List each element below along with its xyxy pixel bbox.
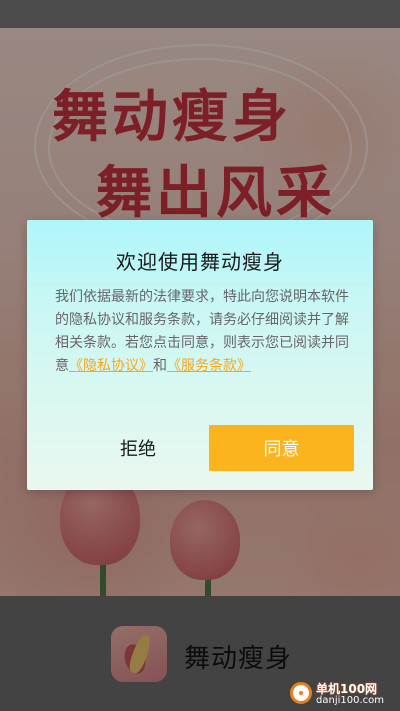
watermark-logo-icon	[290, 682, 312, 704]
dialog-title: 欢迎使用舞动瘦身	[116, 250, 284, 274]
dialog-body: 我们依据最新的法律要求，特此向您说明本软件的隐私协议和服务条款，请务必仔细阅读并…	[55, 286, 351, 378]
conjunction-text: 和	[153, 358, 167, 374]
watermark-url: danji100.com	[316, 695, 384, 706]
agree-button[interactable]: 同意	[209, 425, 354, 471]
refuse-button[interactable]: 拒绝	[73, 425, 203, 471]
terms-of-service-link[interactable]: 《服务条款》	[167, 358, 251, 374]
privacy-consent-dialog: 欢迎使用舞动瘦身 我们依据最新的法律要求，特此向您说明本软件的隐私协议和服务条款…	[27, 220, 373, 490]
site-watermark: 单机100网 danji100.com	[290, 680, 400, 711]
privacy-policy-link[interactable]: 《隐私协议》	[69, 358, 153, 374]
splash-screen: 舞动瘦身 舞出风采 舞动瘦身 欢迎使用舞动瘦身 我们依据最新的法律要求，特此向您…	[0, 0, 400, 711]
